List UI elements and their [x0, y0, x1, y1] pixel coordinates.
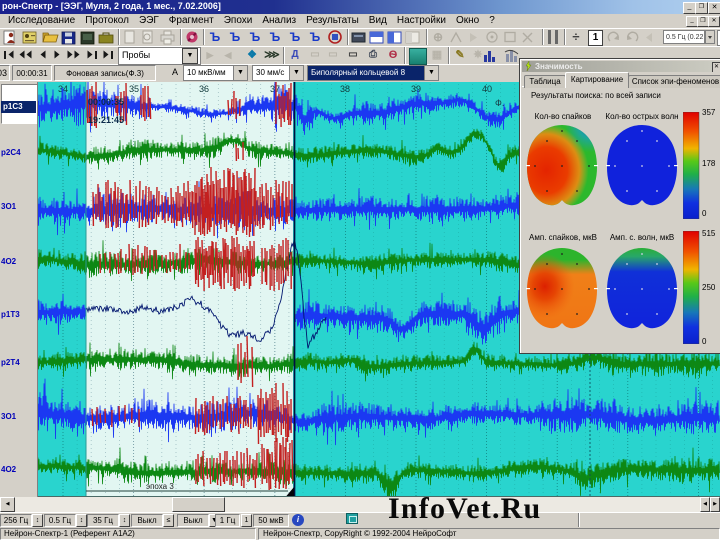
- svg-text:00:00:35: 00:00:35: [88, 97, 124, 107]
- svg-text:35: 35: [129, 84, 139, 94]
- svg-text:40: 40: [482, 84, 492, 94]
- svg-text:36: 36: [199, 84, 209, 94]
- svg-text:эпоха 3: эпоха 3: [146, 482, 174, 491]
- svg-text:38: 38: [340, 84, 350, 94]
- svg-text:Ф.: Ф.: [495, 98, 504, 108]
- svg-text:39: 39: [411, 84, 421, 94]
- svg-text:19:21:45: 19:21:45: [88, 115, 124, 125]
